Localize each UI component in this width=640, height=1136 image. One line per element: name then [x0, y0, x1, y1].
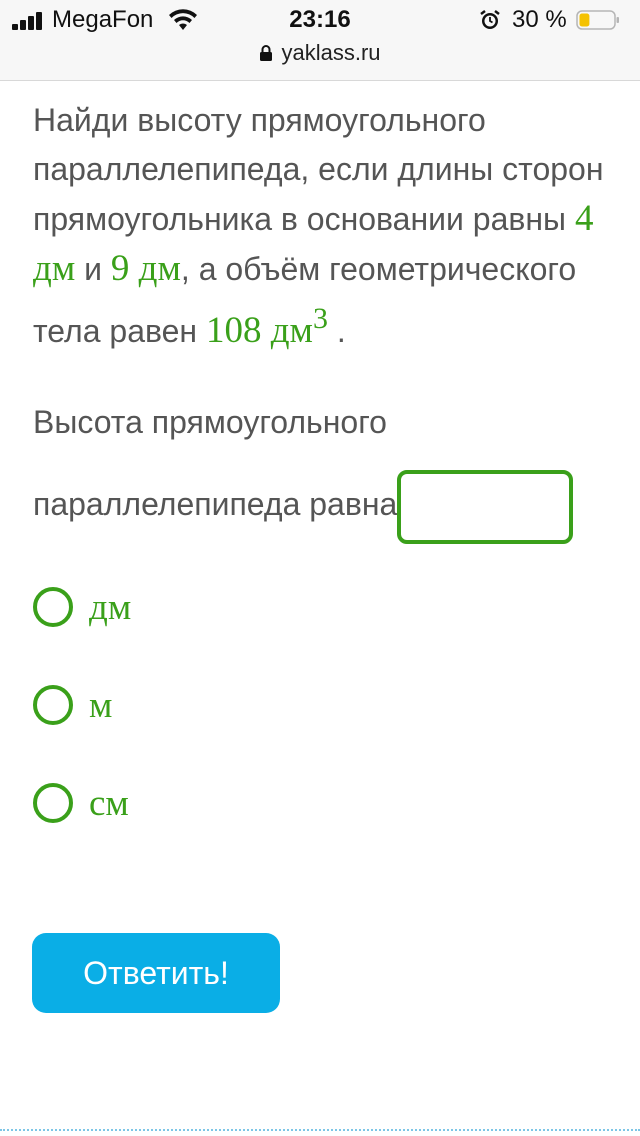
unit-option-cm[interactable]: см	[33, 782, 129, 824]
task-value-volume-exponent: 3	[312, 302, 328, 335]
alarm-icon	[480, 10, 500, 29]
unit-option-label[interactable]: см	[89, 782, 129, 825]
task-value-side-b: 9 дм	[110, 248, 181, 289]
url-text[interactable]: yaklass.ru	[281, 40, 380, 66]
status-bar: MegaFon 23:16 30 %	[0, 0, 640, 40]
unit-option-m[interactable]: м	[33, 684, 112, 726]
unit-option-dm[interactable]: дм	[33, 586, 131, 628]
carrier-name: MegaFon	[52, 6, 154, 33]
radio-button[interactable]	[33, 783, 73, 823]
task-text-part1: Найди высоту прямоугольного параллелепип…	[33, 102, 604, 237]
radio-button[interactable]	[33, 685, 73, 725]
height-answer-input[interactable]	[397, 470, 573, 544]
unit-option-label[interactable]: м	[89, 684, 112, 727]
radio-button[interactable]	[33, 587, 73, 627]
bottom-divider	[0, 1129, 640, 1131]
task-text-part2: и	[75, 251, 111, 287]
answer-label-line2: параллелепипеда равна	[33, 486, 398, 522]
task-text-part4: .	[327, 313, 346, 349]
battery-icon	[576, 10, 619, 30]
address-bar[interactable]: yaklass.ru	[0, 40, 640, 70]
browser-top-bar: MegaFon 23:16 30 % yaklass.ru	[0, 0, 640, 81]
battery-percent: 30 %	[512, 6, 567, 33]
wifi-icon	[169, 9, 197, 30]
lock-icon	[260, 45, 273, 61]
unit-option-label[interactable]: дм	[89, 586, 131, 629]
task-statement: Найди высоту прямоугольного параллелепип…	[33, 96, 608, 356]
submit-answer-button[interactable]: Ответить!	[32, 933, 280, 1013]
answer-label-line1: Высота прямоугольного	[33, 404, 387, 440]
task-value-volume: 108 дм	[205, 310, 313, 351]
signal-bars-icon	[12, 12, 48, 30]
